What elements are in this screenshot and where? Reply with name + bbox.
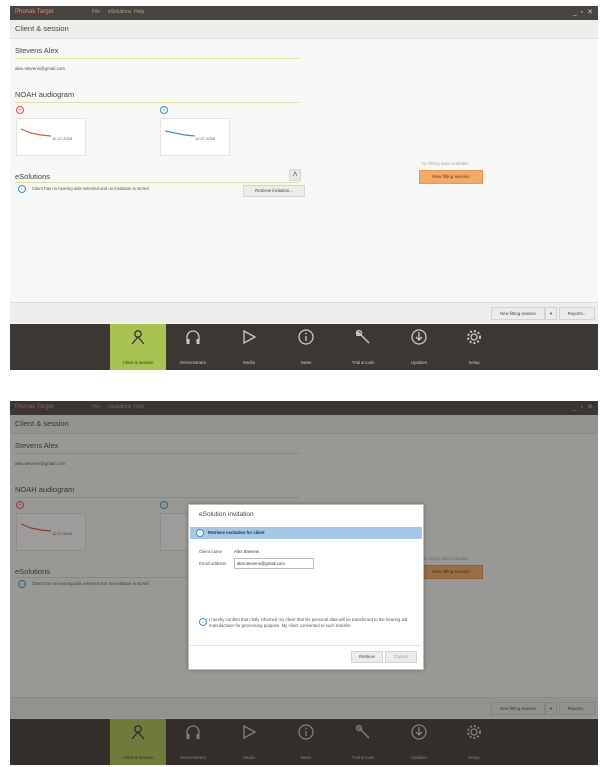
- dialog-title: eSolution invitation: [199, 511, 254, 518]
- new-fitting-session-button[interactable]: New fitting session: [419, 170, 483, 184]
- headphones-icon: [186, 330, 200, 344]
- title-bar: Phonak Target File eSolutions Help _ ▫ ✕: [10, 6, 598, 20]
- nav-label: Client & session: [122, 360, 154, 365]
- nav-label: Media: [243, 360, 255, 365]
- audiogram-thumbnail-right[interactable]: [16, 118, 86, 156]
- screenshot-main: Phonak Target File eSolutions Help _ ▫ ✕…: [10, 6, 598, 370]
- nav-media[interactable]: Media: [221, 324, 277, 370]
- audiogram-date-right: 12.07.2018: [52, 136, 73, 141]
- info-circle-icon: [298, 329, 314, 345]
- menu-file[interactable]: File: [92, 9, 100, 15]
- nav-demonstrator[interactable]: Demonstrator: [165, 324, 221, 370]
- gear-icon: [467, 330, 481, 344]
- dropdown-arrow-icon[interactable]: ▼: [545, 307, 557, 320]
- esolution-invitation-dialog: eSolution invitation i Retrieve invitati…: [188, 504, 424, 670]
- download-icon: [411, 329, 427, 345]
- retrieve-invitation-button[interactable]: Retrieve invitation...: [243, 185, 305, 197]
- section-bar: Client & session: [10, 20, 598, 39]
- audiogram-curve-right-icon: [20, 128, 52, 137]
- screenshot-dialog: Phonak Target File eSolutions Help _ ▫ ✕…: [10, 401, 598, 765]
- info-icon: i: [18, 185, 26, 193]
- window-controls[interactable]: _ ▫ ✕: [573, 8, 594, 16]
- nav-label: Demonstrator: [179, 360, 207, 365]
- play-icon: [243, 329, 257, 345]
- esolutions-message: Client has no hearing aids selected and …: [32, 186, 149, 191]
- new-fitting-session-bottom-button[interactable]: New fitting session: [491, 307, 545, 320]
- collapse-button[interactable]: ᐱ: [289, 169, 301, 181]
- dialog-header-text: Retrieve invitation for client: [208, 530, 265, 535]
- consent-text: I hereby confirm that I fully informed m…: [209, 617, 408, 628]
- nav-label: Setup: [468, 360, 480, 365]
- nav-client-session[interactable]: Client & session: [110, 324, 166, 370]
- app-title: Phonak Target: [15, 9, 54, 15]
- no-fitting-data-text: No fitting data available: [422, 161, 469, 166]
- person-icon: [131, 330, 145, 345]
- nav-label: Trial & tools: [351, 360, 375, 365]
- nav-trial-tools[interactable]: Trial & tools: [335, 324, 391, 370]
- client-name-value: Alex Stevens: [234, 549, 260, 554]
- email-field[interactable]: alex.stevens@gmail.com: [234, 558, 314, 569]
- cancel-button[interactable]: Cancel: [385, 651, 417, 663]
- divider: [15, 182, 299, 183]
- noah-audiogram-title: NOAH audiogram: [15, 90, 75, 99]
- bottom-nav: Client & session Demonstrator Media News…: [10, 324, 598, 370]
- left-ear-icon: L: [160, 106, 168, 114]
- divider: [190, 645, 422, 646]
- info-icon: i: [199, 618, 207, 626]
- divider: [15, 58, 299, 59]
- dialog-header-bar: i Retrieve invitation for client: [190, 527, 422, 539]
- menu-esolutions[interactable]: eSolutions: [108, 9, 131, 15]
- section-title: Client & session: [15, 24, 69, 33]
- client-email: alex.stevens@gmail.com: [15, 66, 66, 71]
- bottom-toolbar: New fitting session ▼ Reports...: [10, 302, 598, 323]
- menu-help[interactable]: Help: [134, 9, 144, 15]
- nav-label: News: [300, 360, 312, 365]
- email-label: Email address: [199, 561, 227, 566]
- nav-news[interactable]: News: [278, 324, 334, 370]
- reports-button[interactable]: Reports...: [559, 307, 595, 320]
- right-ear-icon: R: [16, 106, 24, 114]
- nav-setup[interactable]: Setup: [446, 324, 502, 370]
- audiogram-date-left: 12.07.2018: [195, 136, 216, 141]
- nav-updates[interactable]: Updates: [391, 324, 447, 370]
- client-name-label: Client name: [199, 549, 222, 554]
- wrench-icon: [355, 329, 370, 344]
- nav-label: Updates: [410, 360, 427, 365]
- client-name: Stevens Alex: [15, 46, 59, 55]
- esolutions-title: eSolutions: [15, 172, 51, 181]
- retrieve-button[interactable]: Retrieve: [351, 651, 383, 663]
- divider: [15, 102, 299, 103]
- info-icon: i: [196, 529, 204, 537]
